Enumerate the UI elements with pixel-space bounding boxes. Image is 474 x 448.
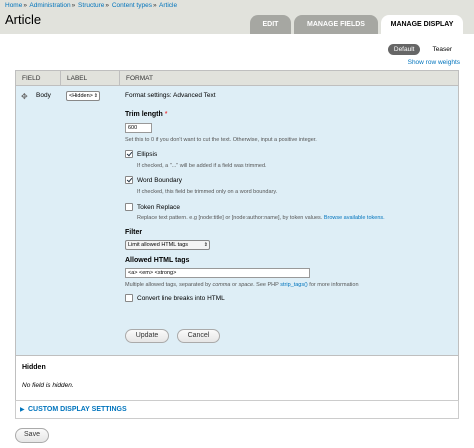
allowed-tags-desc-or: or: [232, 282, 237, 288]
drag-handle-icon[interactable]: ✥: [21, 92, 28, 101]
allowed-tags-desc-pre: Multiple allowed tags, separated by: [125, 282, 211, 288]
token-replace-description-text: Replace text pattern. e.g [node:title] o…: [137, 215, 323, 221]
update-button[interactable]: Update: [125, 329, 169, 343]
tab-edit[interactable]: EDIT: [250, 15, 291, 34]
breadcrumb-home[interactable]: Home: [5, 2, 22, 9]
expand-arrow-icon: ▶: [20, 407, 25, 413]
table-row: ✥ Body <Hidden> ⇕ Format settings: Advan…: [16, 86, 458, 356]
hidden-fields-section: Hidden No field is hidden.: [16, 356, 458, 400]
line-breaks-checkbox[interactable]: [125, 294, 133, 302]
column-header-format: FORMAT: [126, 75, 153, 82]
allowed-tags-label: Allowed HTML tags: [125, 257, 190, 264]
primary-tabs: EDIT MANAGE FIELDS MANAGE DISPLAY: [250, 15, 463, 34]
subtab-default[interactable]: Default: [387, 44, 421, 55]
fields-table: FIELD LABEL FORMAT ✥ Body <Hidden> ⇕ For…: [15, 70, 459, 401]
view-mode-tabs: Default Teaser: [387, 44, 458, 55]
allowed-tags-desc-comma: comma: [212, 282, 231, 288]
filter-label: Filter: [125, 229, 143, 236]
tab-manage-display[interactable]: MANAGE DISPLAY: [381, 15, 463, 34]
save-button[interactable]: Save: [15, 428, 49, 443]
page-title: Article: [5, 12, 42, 27]
browse-tokens-link[interactable]: Browse available tokens.: [324, 215, 385, 221]
filter-select[interactable]: Limit allowed HTML tags ⇕: [125, 240, 210, 250]
allowed-tags-desc-mid: . See PHP: [253, 282, 279, 288]
word-boundary-description: If checked, this field be trimmed only o…: [137, 189, 278, 195]
strip-tags-link[interactable]: strip_tags(): [280, 282, 308, 288]
ellipsis-description: If checked, a "..." will be added if a f…: [137, 163, 267, 169]
token-replace-description: Replace text pattern. e.g [node:title] o…: [137, 215, 385, 221]
trim-length-label: Trim length *: [125, 111, 167, 118]
show-row-weights-link[interactable]: Show row weights: [408, 59, 460, 66]
allowed-tags-input[interactable]: <a> <em> <strong>: [125, 268, 310, 278]
trim-length-label-text: Trim length: [125, 111, 163, 118]
allowed-tags-desc-post: for more information: [309, 282, 359, 288]
token-replace-checkbox[interactable]: [125, 203, 133, 211]
trim-length-description: Set this to 0 if you don't want to cut t…: [125, 137, 317, 143]
label-display-select[interactable]: <Hidden> ⇕: [66, 91, 100, 101]
word-boundary-label: Word Boundary: [137, 177, 183, 184]
allowed-tags-desc-space: space: [238, 282, 254, 288]
breadcrumb-separator: »: [152, 2, 157, 9]
tab-manage-fields[interactable]: MANAGE FIELDS: [294, 15, 378, 34]
format-settings-title: Format settings: Advanced Text: [125, 92, 216, 99]
table-header: FIELD LABEL FORMAT: [16, 71, 458, 86]
column-header-field: FIELD: [16, 71, 61, 86]
trim-length-input[interactable]: 600: [125, 123, 152, 133]
page-header: Home» Administration» Structure» Content…: [0, 0, 474, 34]
select-arrows-icon: ⇕: [93, 93, 98, 99]
word-boundary-checkbox[interactable]: [125, 176, 133, 184]
ellipsis-checkbox[interactable]: [125, 150, 133, 158]
cancel-button[interactable]: Cancel: [177, 329, 220, 343]
breadcrumb-content-types[interactable]: Content types: [112, 2, 152, 9]
filter-select-value: Limit allowed HTML tags: [128, 242, 189, 248]
custom-display-settings-fieldset[interactable]: ▶ CUSTOM DISPLAY SETTINGS: [15, 400, 459, 419]
custom-display-settings-label[interactable]: CUSTOM DISPLAY SETTINGS: [28, 406, 127, 413]
label-select-value: <Hidden>: [69, 93, 93, 99]
select-arrows-icon: ⇕: [203, 242, 208, 248]
breadcrumb-separator: »: [23, 2, 27, 9]
required-marker: *: [164, 111, 168, 118]
breadcrumb-separator: »: [105, 2, 110, 9]
column-header-label: LABEL: [61, 71, 120, 86]
line-breaks-label: Convert line breaks into HTML: [137, 295, 225, 302]
breadcrumb-structure[interactable]: Structure: [78, 2, 104, 9]
ellipsis-label: Ellipsis: [137, 151, 158, 158]
breadcrumb-article[interactable]: Article: [159, 2, 177, 9]
token-replace-label: Token Replace: [137, 204, 180, 211]
hidden-section-title: Hidden: [22, 364, 46, 371]
breadcrumb: Home» Administration» Structure» Content…: [5, 2, 177, 9]
breadcrumb-separator: »: [71, 2, 76, 9]
hidden-empty-message: No field is hidden.: [22, 382, 74, 389]
breadcrumb-administration[interactable]: Administration: [29, 2, 70, 9]
subtab-teaser[interactable]: Teaser: [426, 44, 458, 55]
allowed-tags-description: Multiple allowed tags, separated by comm…: [125, 282, 359, 288]
field-name: Body: [36, 92, 51, 99]
